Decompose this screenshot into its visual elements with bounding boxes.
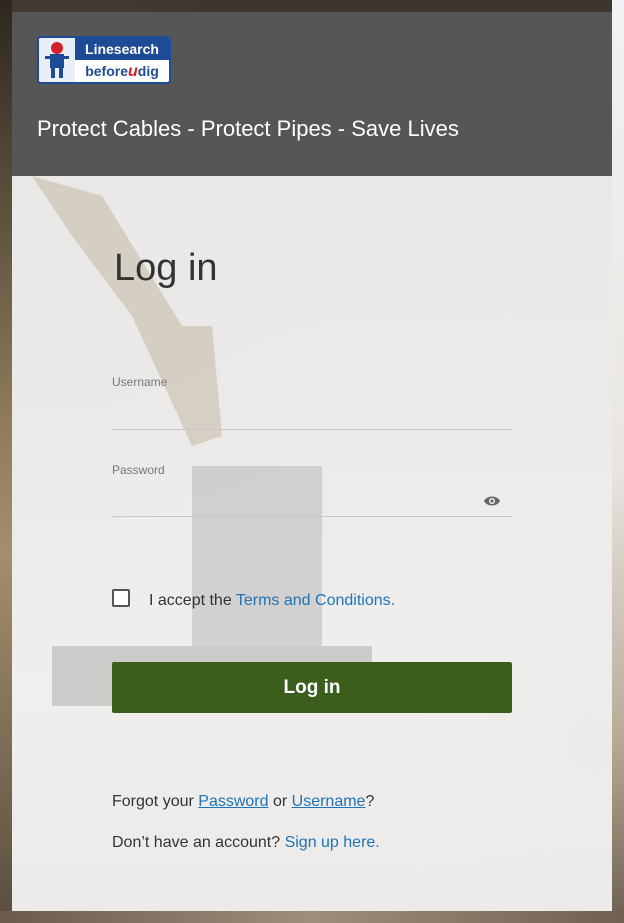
signup-link[interactable]: Sign up here. [285, 834, 380, 851]
logo-text-bottom: beforeudig [75, 60, 169, 82]
logo-text-top: Linesearch [75, 38, 169, 60]
card-header: Linesearch beforeudig Protect Cables - P… [12, 12, 612, 176]
forgot-prefix: Forgot your [112, 793, 199, 810]
background-edge-bottom [0, 911, 624, 923]
password-label: Password [112, 463, 165, 477]
logo-text-before: before [85, 63, 128, 79]
terms-prefix: I accept the [149, 592, 236, 609]
forgot-credentials-row: Forgot your Password or Username? [112, 791, 374, 813]
terms-checkbox[interactable] [112, 589, 130, 607]
username-input[interactable] [112, 402, 512, 430]
login-card: Linesearch beforeudig Protect Cables - P… [12, 12, 612, 911]
forgot-suffix: ? [365, 793, 375, 810]
logo-mascot [39, 38, 75, 82]
brand-logo: Linesearch beforeudig [37, 36, 171, 84]
logo-text-dig: dig [137, 63, 159, 79]
terms-label: I accept the Terms and Conditions. [149, 590, 395, 612]
terms-link[interactable]: Terms and Conditions. [236, 592, 395, 609]
login-button[interactable]: Log in [112, 662, 512, 713]
page-title: Log in [114, 247, 218, 289]
background-edge-right [612, 0, 624, 923]
tagline: Protect Cables - Protect Pipes - Save Li… [37, 116, 459, 141]
username-label: Username [112, 375, 168, 389]
logo-text-u: u [128, 63, 138, 80]
eye-icon[interactable] [483, 494, 501, 508]
password-input[interactable] [112, 489, 512, 517]
signup-row: Don’t have an account? Sign up here. [112, 832, 380, 854]
forgot-password-link[interactable]: Password [198, 793, 268, 810]
background-edge-left [0, 0, 12, 923]
forgot-middle: or [268, 793, 292, 810]
forgot-username-link[interactable]: Username [292, 793, 366, 810]
signup-prefix: Don’t have an account? [112, 834, 285, 851]
